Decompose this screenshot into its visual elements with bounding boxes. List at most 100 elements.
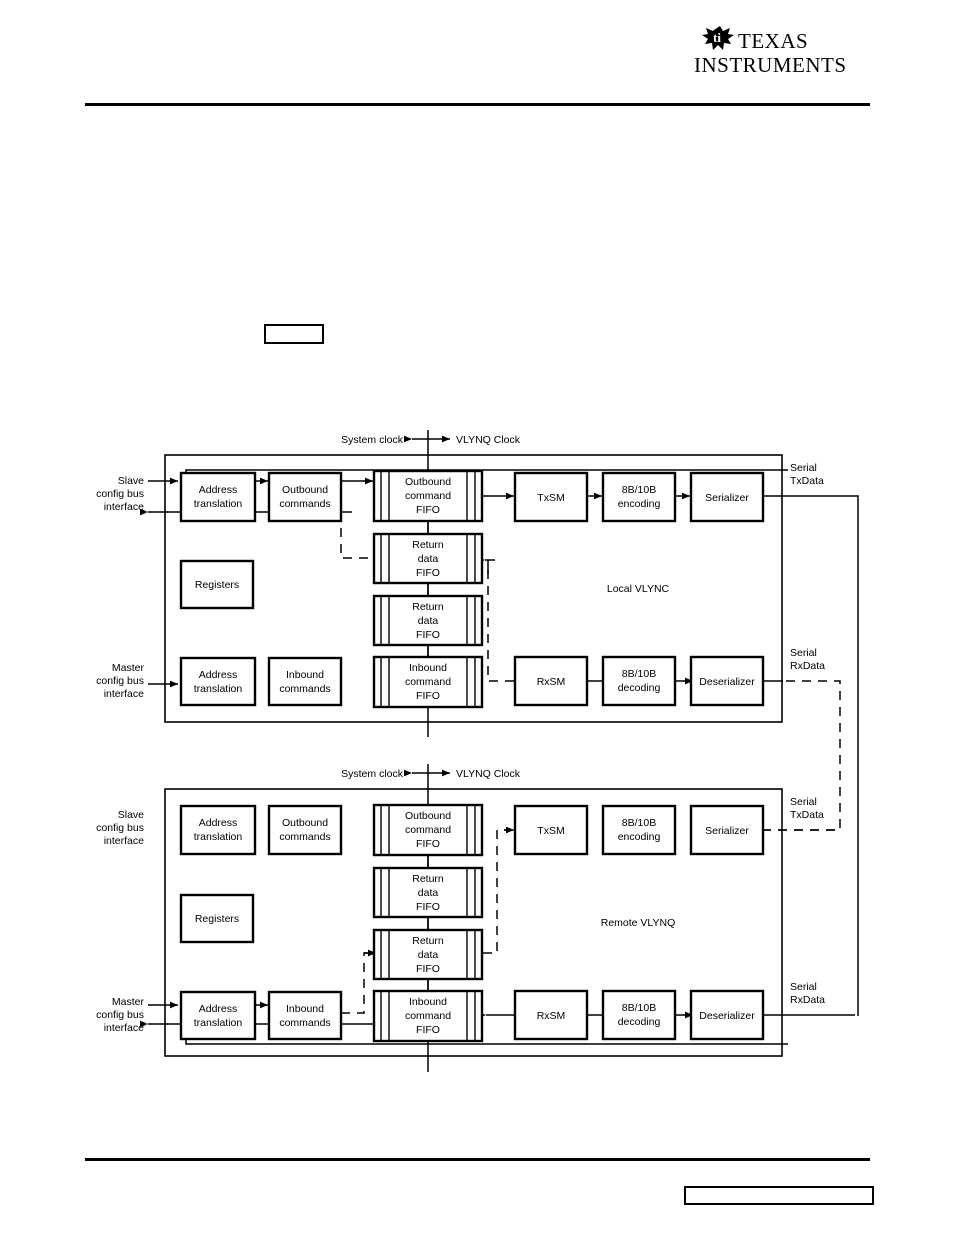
block-label-line1: RxSM bbox=[537, 676, 566, 688]
fifo-label-line2: data bbox=[418, 553, 439, 565]
block-label-line1: RxSM bbox=[537, 1010, 566, 1022]
fifo-label-line1: Return bbox=[412, 539, 444, 551]
block-outbound-commands-remote: Outbound commands bbox=[267, 804, 343, 856]
fifo-return-data-2-local: Return data FIFO bbox=[372, 594, 484, 647]
port-line3: interface bbox=[104, 1022, 144, 1034]
port-line2: config bus bbox=[96, 488, 144, 500]
block-label-line1: Registers bbox=[195, 913, 239, 925]
port-line3: interface bbox=[104, 688, 144, 700]
block-8b10b-encoding-local: 8B/10B encoding bbox=[601, 471, 677, 523]
fifo-label-line3: FIFO bbox=[416, 504, 440, 516]
block-outbound-commands-local: Outbound commands bbox=[267, 471, 343, 523]
block-rxsm-local: RxSM bbox=[513, 655, 589, 707]
fifo-label-line1: Inbound bbox=[409, 662, 447, 674]
wire-inbound-to-returnfifo2-remote bbox=[341, 952, 373, 1014]
port-line3: interface bbox=[104, 501, 144, 513]
block-txsm-remote: TxSM bbox=[513, 804, 589, 856]
block-8b10b-encoding-remote: 8B/10B encoding bbox=[601, 804, 677, 856]
port-line1: Serial bbox=[790, 647, 817, 659]
fifo-label-line1: Return bbox=[412, 935, 444, 947]
block-label-line1: Serializer bbox=[705, 492, 749, 504]
block-8b10b-decoding-local: 8B/10B decoding bbox=[601, 655, 677, 707]
port-line1: Slave bbox=[118, 475, 144, 487]
fifo-label-line3: FIFO bbox=[416, 567, 440, 579]
port-line2: RxData bbox=[790, 660, 825, 672]
fifo-return-data-2-remote: Return data FIFO bbox=[372, 928, 484, 981]
port-line1: Slave bbox=[118, 809, 144, 821]
port-line2: TxData bbox=[790, 475, 824, 487]
fifo-label-line3: FIFO bbox=[416, 901, 440, 913]
block-label-line2: commands bbox=[279, 498, 330, 510]
vlynq-block-diagram: System clock VLYNQ Clock Local VLYNC Sla… bbox=[96, 430, 859, 1072]
block-label-line1: 8B/10B bbox=[622, 668, 656, 680]
fifo-label-line2: data bbox=[418, 949, 439, 961]
block-inbound-commands-remote: Inbound commands bbox=[267, 990, 343, 1041]
block-label-line1: 8B/10B bbox=[622, 1002, 656, 1014]
fifo-label-line3: FIFO bbox=[416, 1024, 440, 1036]
fifo-label-line3: FIFO bbox=[416, 690, 440, 702]
fifo-label-line1: Return bbox=[412, 873, 444, 885]
block-inbound-commands-local: Inbound commands bbox=[267, 656, 343, 707]
fifo-return-data-1-remote: Return data FIFO bbox=[372, 866, 484, 919]
port-line1: Master bbox=[112, 662, 145, 674]
block-label-line2: encoding bbox=[618, 831, 661, 843]
port-slave-config-bus-remote: Slave config bus interface bbox=[96, 809, 144, 847]
fifo-label-line2: command bbox=[405, 1010, 451, 1022]
fifo-outbound-command-remote: Outbound command FIFO bbox=[372, 803, 484, 857]
fifo-inbound-command-remote: Inbound command FIFO bbox=[372, 989, 484, 1043]
port-line2: config bus bbox=[96, 822, 144, 834]
block-label-line2: translation bbox=[194, 498, 243, 510]
block-label-line1: Outbound bbox=[282, 817, 328, 829]
clock-label-vlynq-remote: VLYNQ Clock bbox=[456, 768, 521, 780]
port-master-config-bus-remote: Master config bus interface bbox=[96, 996, 144, 1034]
block-label-line2: translation bbox=[194, 831, 243, 843]
document-page: ti TEXAS INSTRUMENTS System clock VLYNQ … bbox=[0, 0, 954, 1235]
fifo-label-line2: data bbox=[418, 887, 439, 899]
block-label-line1: Registers bbox=[195, 579, 239, 591]
block-label-line1: Inbound bbox=[286, 1003, 324, 1015]
clock-label-system-remote: System clock bbox=[341, 768, 404, 780]
wire-returnfifo2-to-txsm-remote bbox=[483, 829, 510, 954]
port-line3: interface bbox=[104, 835, 144, 847]
block-label-line1: Address bbox=[199, 817, 238, 829]
block-label-line2: commands bbox=[279, 683, 330, 695]
block-rxsm-remote: RxSM bbox=[513, 989, 589, 1041]
fifo-label-line2: command bbox=[405, 824, 451, 836]
block-address-translation-top-local: Address translation bbox=[179, 471, 257, 523]
block-label-line1: TxSM bbox=[537, 492, 564, 504]
diagram-remote-vlynq: System clock VLYNQ Clock Remote VLYNQ Sl… bbox=[96, 764, 855, 1072]
port-line1: Serial bbox=[790, 462, 817, 474]
block-label-line1: TxSM bbox=[537, 825, 564, 837]
block-txsm-local: TxSM bbox=[513, 471, 589, 523]
block-serializer-local: Serializer bbox=[689, 471, 765, 523]
diagram-title-remote: Remote VLYNQ bbox=[601, 917, 676, 929]
fifo-label-line2: command bbox=[405, 676, 451, 688]
clock-label-vlynq-local: VLYNQ Clock bbox=[456, 434, 521, 446]
block-label-line2: decoding bbox=[618, 682, 661, 694]
block-label-line1: 8B/10B bbox=[622, 484, 656, 496]
port-line1: Serial bbox=[790, 796, 817, 808]
fifo-outbound-command-local: Outbound command FIFO bbox=[372, 469, 484, 523]
block-label-line2: commands bbox=[279, 831, 330, 843]
wire-returnfifo-to-outbound-local bbox=[340, 512, 373, 559]
fifo-label-line3: FIFO bbox=[416, 963, 440, 975]
block-label-line1: Serializer bbox=[705, 825, 749, 837]
block-label-line2: commands bbox=[279, 1017, 330, 1029]
block-label-line2: encoding bbox=[618, 498, 661, 510]
block-address-translation-bottom-remote: Address translation bbox=[179, 990, 257, 1041]
fifo-label-line1: Outbound bbox=[405, 476, 451, 488]
fifo-label-line2: command bbox=[405, 490, 451, 502]
block-address-translation-bottom-local: Address translation bbox=[179, 656, 257, 707]
fifo-return-data-1-local: Return data FIFO bbox=[372, 532, 484, 585]
port-line2: config bus bbox=[96, 675, 144, 687]
port-line2: config bus bbox=[96, 1009, 144, 1021]
port-serial-txdata-local: Serial TxData bbox=[790, 462, 824, 487]
fifo-label-line1: Inbound bbox=[409, 996, 447, 1008]
port-serial-txdata-remote: Serial TxData bbox=[790, 796, 824, 821]
block-label-line1: Inbound bbox=[286, 669, 324, 681]
block-registers-remote: Registers bbox=[179, 893, 255, 944]
port-line1: Serial bbox=[790, 981, 817, 993]
block-registers-local: Registers bbox=[179, 559, 255, 610]
block-address-translation-top-remote: Address translation bbox=[179, 804, 257, 856]
fifo-label-line2: data bbox=[418, 615, 439, 627]
